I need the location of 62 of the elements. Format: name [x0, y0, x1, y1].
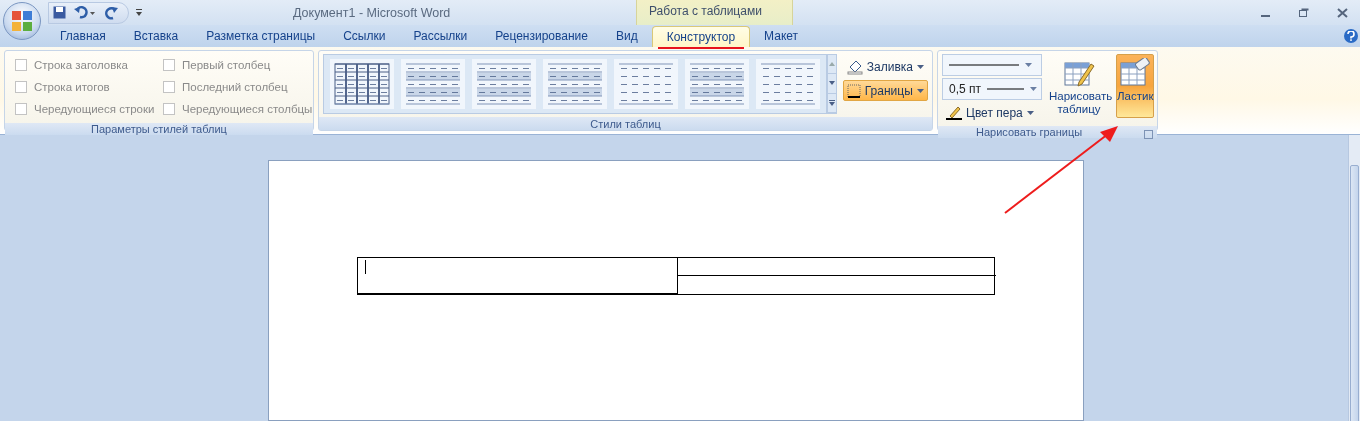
ribbon-tab[interactable]: Главная — [46, 26, 120, 47]
scrollbar-thumb[interactable] — [1350, 165, 1359, 421]
borders-icon — [846, 83, 861, 98]
ribbon-tab[interactable]: Ссылки — [329, 26, 400, 47]
checkbox[interactable] — [15, 103, 27, 115]
group-caption: Стили таблиц — [319, 117, 932, 130]
caret-icon — [916, 88, 924, 93]
scroll-down-icon[interactable] — [828, 74, 836, 94]
pen-icon — [946, 105, 962, 120]
checkbox[interactable] — [163, 59, 175, 71]
undo-icon[interactable] — [74, 6, 96, 19]
table-style-icon — [333, 62, 391, 106]
checkbox[interactable] — [163, 81, 175, 93]
redo-icon[interactable] — [104, 5, 118, 20]
table-style-icon — [546, 62, 604, 106]
paint-bucket-icon — [846, 58, 863, 75]
help-icon[interactable] — [1344, 29, 1358, 43]
caret-icon — [917, 64, 924, 69]
line-weight-dropdown[interactable]: 0,5 пт — [942, 78, 1042, 100]
ribbon-tab[interactable]: Рассылки — [399, 26, 482, 47]
checkbox-label: Чередующиеся строки — [34, 103, 155, 115]
checkbox[interactable] — [163, 103, 175, 115]
close-icon[interactable] — [1337, 7, 1348, 18]
checkbox-label: Строка итогов — [34, 81, 110, 93]
office-logo-icon — [11, 10, 33, 32]
checkbox[interactable] — [15, 59, 27, 71]
ribbon-tab[interactable]: Рецензирование — [481, 26, 602, 47]
eraser-icon — [1119, 58, 1152, 88]
eraser-button[interactable]: Ластик — [1116, 54, 1155, 118]
pen-color-button[interactable]: Цвет пера — [942, 102, 1042, 123]
window-title: Документ1 - Microsoft Word — [293, 5, 451, 20]
ribbon-tab[interactable]: Вставка — [119, 26, 193, 47]
line-style-dropdown[interactable] — [942, 54, 1042, 76]
more-icon[interactable] — [828, 93, 836, 113]
group-caption: Параметры стилей таблиц — [5, 123, 313, 135]
customize-caret-icon[interactable] — [135, 8, 143, 17]
ribbon-tab[interactable]: Конструктор — [651, 26, 751, 47]
table-style-icon — [688, 62, 746, 106]
checkbox-label: Строка заголовка — [34, 59, 129, 71]
checkbox-label: Чередующиеся столбцы — [182, 103, 313, 115]
caret-icon — [1026, 110, 1034, 115]
checkbox-label: Первый столбец — [182, 59, 271, 71]
line-sample-icon — [987, 87, 1025, 91]
caret-icon — [1030, 87, 1037, 91]
table-style-icon — [475, 62, 533, 106]
vertical-scrollbar[interactable] — [1348, 135, 1360, 421]
checkbox[interactable] — [15, 81, 27, 93]
office-button[interactable] — [3, 2, 41, 40]
line-sample-icon — [949, 63, 1019, 67]
table-style-icon — [759, 62, 817, 106]
draw-table-button[interactable]: Нарисовать таблицу — [1048, 54, 1110, 118]
group-caption: Нарисовать границы — [938, 126, 1157, 138]
caret-icon — [1025, 63, 1032, 67]
checkbox-label: Последний столбец — [182, 81, 288, 93]
restore-icon[interactable] — [1299, 7, 1309, 18]
dialog-launcher-icon[interactable] — [1144, 130, 1153, 139]
save-icon[interactable] — [53, 6, 66, 19]
ribbon-tab[interactable]: Разметка страницы — [192, 26, 330, 47]
borders-button[interactable]: Границы — [842, 80, 928, 101]
table-style-icon — [404, 62, 462, 106]
table-style-icon — [617, 62, 675, 106]
shading-button[interactable]: Заливка — [842, 56, 928, 77]
